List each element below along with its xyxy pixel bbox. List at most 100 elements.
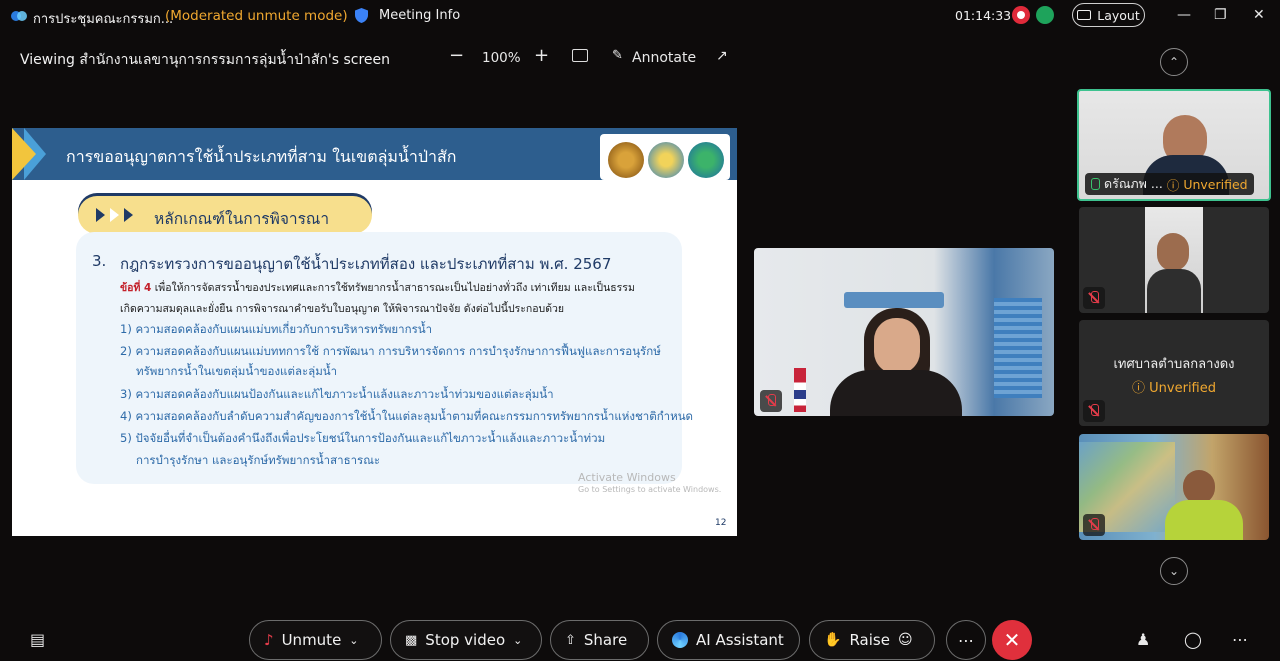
chat-icon[interactable]: ◯ <box>1184 630 1202 649</box>
play-icon <box>124 208 133 222</box>
muted-microphone-icon: ♪ <box>264 631 274 649</box>
meeting-title: การประชุมคณะกรรมก... <box>33 12 174 27</box>
leave-meeting-button[interactable]: ✕ <box>992 620 1032 660</box>
more-options-icon[interactable]: ⋯ <box>946 620 986 660</box>
participant-status: ⓘ Unverified <box>1079 377 1269 396</box>
participant-tile[interactable]: เทศบาลตำบลกลางดง ⓘ Unverified <box>1079 320 1269 426</box>
zoom-out-icon[interactable]: − <box>449 45 464 66</box>
ai-assistant-button[interactable]: AI Assistant <box>657 620 800 660</box>
share-toolbar: Viewing สำนักงานเลขานุการกรรมการลุ่มน้ำป… <box>0 40 760 74</box>
share-label: Share <box>583 631 628 649</box>
zoom-in-icon[interactable]: + <box>534 45 549 66</box>
speaker-body <box>830 370 962 416</box>
meeting-timer: 01:14:33 <box>955 8 1012 23</box>
muted-icon <box>760 390 782 412</box>
play-icon <box>110 208 119 222</box>
play-icon <box>96 208 105 222</box>
zoom-level: 100% <box>482 50 521 66</box>
activate-windows-watermark: Activate Windows <box>578 471 676 484</box>
unverified-icon: ⓘ <box>1132 381 1146 396</box>
webex-logo-icon <box>11 11 27 21</box>
raise-hand-button[interactable]: ✋ Raise ☺ <box>809 620 935 660</box>
activate-windows-hint: Go to Settings to activate Windows. <box>578 485 722 494</box>
slide-header: การขออนุญาตการใช้น้ำประเภทที่สาม ในเขตลุ… <box>12 128 737 180</box>
participant-body <box>1165 500 1243 540</box>
chevron-down-icon[interactable]: ⌄ <box>513 634 522 647</box>
criteria-point: 4) ความสอดคล้องกับลำดับความสำคัญของการใช… <box>120 409 694 423</box>
closed-captions-icon[interactable]: ▤ <box>30 630 45 649</box>
participant-name-bar: ดรัณภพ ... ⓘ Unverified <box>1085 173 1254 195</box>
muted-icon <box>1083 514 1105 536</box>
criteria-point: 3) ความสอดคล้องกับแผนป้องกันและแก้ไขภาวะ… <box>120 387 554 401</box>
unverified-icon: ⓘ <box>1166 177 1180 193</box>
title-bar: การประชุมคณะกรรมก... (Moderated unmute m… <box>0 0 1280 32</box>
minimize-icon[interactable]: — <box>1177 7 1191 23</box>
clause-line: ข้อที่ 4 เพื่อให้การจัดสรรน้ำของประเทศแล… <box>120 279 635 296</box>
participant-name: ดรัณภพ ... <box>1104 176 1163 191</box>
criteria-point: 2) ความสอดคล้องกับแผนแม่บททการใช้ การพัฒ… <box>120 344 661 358</box>
share-screen-icon: ⇧ <box>565 632 576 648</box>
chevron-down-icon[interactable]: ⌄ <box>349 634 358 647</box>
item-number: 3. <box>92 252 107 270</box>
participant-face <box>1183 470 1215 504</box>
wall-sign <box>844 292 944 308</box>
ai-assistant-icon <box>672 632 688 648</box>
participant-body <box>1147 269 1201 313</box>
criteria-heading-text: หลักเกณฑ์ในการพิจารณา <box>154 210 330 228</box>
ai-assistant-label: AI Assistant <box>696 631 784 649</box>
annotate-icon[interactable]: ✎ <box>612 48 623 63</box>
participant-tile[interactable] <box>1079 207 1269 313</box>
criteria-point: การบำรุงรักษา และอนุรักษ์ทรัพยากรน้ำสาธา… <box>136 453 381 467</box>
scroll-up-icon[interactable]: ⌃ <box>1160 48 1188 76</box>
viewing-label: Viewing สำนักงานเลขานุการกรรมการลุ่มน้ำป… <box>20 52 391 68</box>
criteria-heading: หลักเกณฑ์ในการพิจารณา <box>78 196 372 234</box>
unmute-button[interactable]: ♪ Unmute ⌄ <box>249 620 382 660</box>
slide-title: การขออนุญาตการใช้น้ำประเภทที่สาม ในเขตลุ… <box>66 147 457 166</box>
moderated-mode-label: (Moderated unmute mode) <box>165 8 348 24</box>
criteria-point: 1) ความสอดคล้องกับแผนแม่บทเกี่ยวกับการบร… <box>120 322 433 336</box>
thai-flag <box>794 368 806 412</box>
annotate-button[interactable]: Annotate <box>632 50 696 66</box>
fullscreen-icon[interactable]: ↗ <box>716 48 728 64</box>
unverified-status: Unverified <box>1149 381 1216 396</box>
item-title: กฎกระทรวงการขออนุญาตใช้น้ำประเภทที่สอง แ… <box>120 255 612 273</box>
participants-icon[interactable]: ♟ <box>1136 630 1150 649</box>
recording-icon[interactable] <box>1012 6 1030 24</box>
speaker-video-tile[interactable] <box>754 248 1054 416</box>
header-arrow-decoration <box>12 128 36 180</box>
speaker-face <box>874 318 920 374</box>
muted-icon <box>1083 400 1105 422</box>
raise-label: Raise <box>849 631 890 649</box>
reactions-icon[interactable]: ☺ <box>898 632 913 648</box>
participant-face <box>1157 233 1189 271</box>
ministry-seal-logo <box>608 142 644 178</box>
remote-control-icon[interactable] <box>572 49 588 62</box>
agency-logo <box>648 142 684 178</box>
clause-text: เพื่อให้การจัดสรรน้ำของประเทศและการใช้ทร… <box>154 282 635 294</box>
close-icon[interactable]: ✕ <box>1253 7 1265 23</box>
participant-tile[interactable] <box>1079 434 1269 540</box>
shared-screen: การขออนุญาตการใช้น้ำประเภทที่สาม ในเขตลุ… <box>12 128 737 536</box>
more-panels-icon[interactable]: ⋯ <box>1232 630 1248 649</box>
stop-video-button[interactable]: ▩ Stop video ⌄ <box>390 620 542 660</box>
share-button[interactable]: ⇧ Share <box>550 620 649 660</box>
window-blinds <box>994 298 1042 398</box>
microphone-icon <box>1091 178 1100 190</box>
unmute-label: Unmute <box>281 631 342 649</box>
department-logo <box>688 142 724 178</box>
unverified-status: Unverified <box>1183 176 1248 192</box>
layout-label: Layout <box>1097 7 1140 23</box>
hand-icon: ✋ <box>824 632 842 648</box>
participant-tile-active-speaker[interactable]: ดรัณภพ ... ⓘ Unverified <box>1077 89 1271 201</box>
scroll-down-icon[interactable]: ⌄ <box>1160 557 1188 585</box>
video-camera-icon: ▩ <box>405 632 418 648</box>
participant-name: เทศบาลตำบลกลางดง <box>1113 357 1235 372</box>
layout-button[interactable]: Layout <box>1072 3 1145 27</box>
restore-icon[interactable]: ❐ <box>1214 7 1227 23</box>
network-signal-icon[interactable] <box>1036 6 1054 24</box>
shield-icon[interactable] <box>354 7 369 24</box>
slide-page-number: 12 <box>715 518 727 528</box>
meeting-info-link[interactable]: Meeting Info <box>379 8 460 23</box>
clause-text-2: เกิดความสมดุลและยั่งยืน การพิจารณาคำขอรั… <box>120 303 565 315</box>
layout-icon <box>1077 10 1092 20</box>
